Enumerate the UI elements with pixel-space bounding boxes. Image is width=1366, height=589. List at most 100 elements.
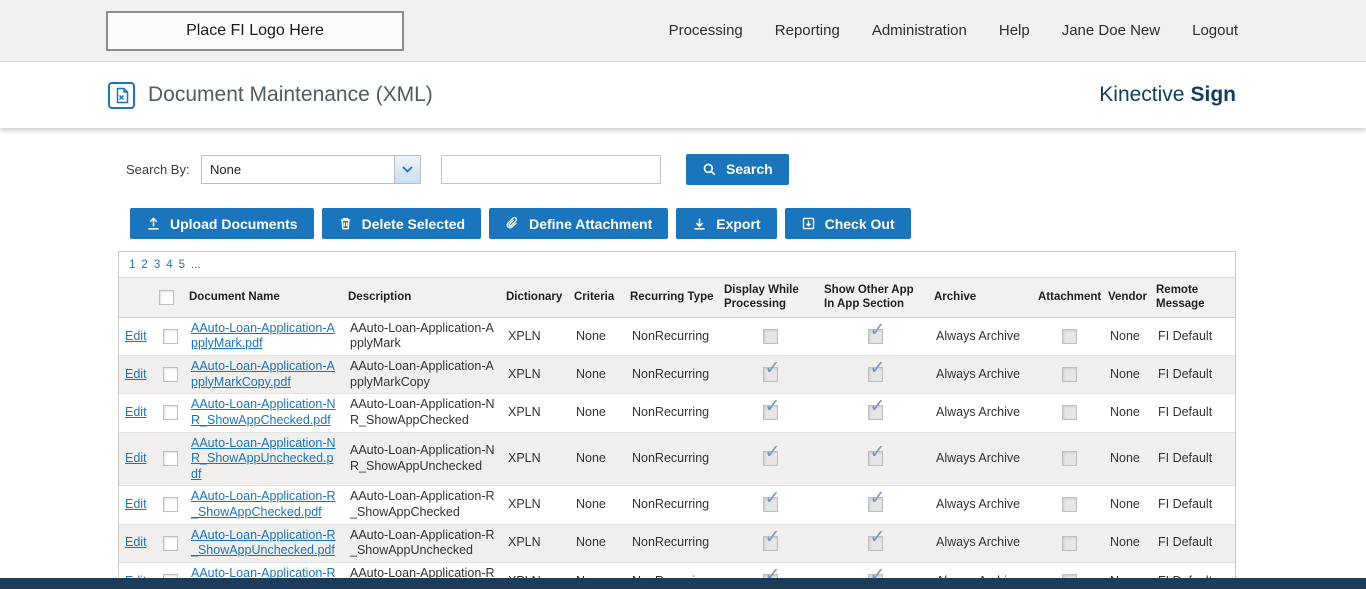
export-button[interactable]: Export xyxy=(676,208,777,239)
show-other-app-cell: ✓ xyxy=(820,524,930,563)
row-select-checkbox[interactable] xyxy=(162,367,178,383)
attachment-checkbox[interactable] xyxy=(1061,497,1077,513)
show-other-app-checkbox[interactable]: ✓ xyxy=(867,443,885,467)
vendor-cell: None xyxy=(1104,485,1152,525)
column-header-display-while-processing: Display While Processing xyxy=(720,277,820,318)
show-other-app-checkbox[interactable]: ✓ xyxy=(867,489,885,513)
page-link-1[interactable]: 1 xyxy=(129,259,135,271)
recurring-type-cell: NonRecurring xyxy=(626,355,720,395)
attachment-cell xyxy=(1034,485,1104,525)
document-name-link[interactable]: AAuto-Loan-Application-R_ShowAppUnchecke… xyxy=(191,528,336,558)
attachment-checkbox[interactable] xyxy=(1061,328,1077,344)
xml-document-icon xyxy=(108,81,135,109)
nav-user[interactable]: Jane Doe New xyxy=(1062,22,1160,39)
checkmark-icon: ✓ xyxy=(869,319,886,341)
attachment-checkbox[interactable] xyxy=(1061,535,1077,551)
edit-cell: Edit xyxy=(119,355,155,395)
checkmark-icon: ✓ xyxy=(764,526,781,548)
attachment-cell xyxy=(1034,317,1104,357)
document-name-link[interactable]: AAuto-Loan-Application-ApplyMark.pdf xyxy=(191,321,335,351)
page-link-5[interactable]: 5 xyxy=(179,259,185,271)
recurring-type-cell: NonRecurring xyxy=(626,393,720,433)
display-while-processing-checkbox[interactable] xyxy=(762,328,778,344)
column-header-criteria: Criteria xyxy=(570,277,626,318)
edit-cell: Edit xyxy=(119,485,155,525)
chevron-down-icon[interactable] xyxy=(394,155,420,183)
define-attachment-button[interactable]: Define Attachment xyxy=(489,208,669,239)
delete-selected-button[interactable]: Delete Selected xyxy=(321,208,482,239)
search-by-dropdown[interactable]: None xyxy=(201,154,421,184)
attachment-cell xyxy=(1034,393,1104,433)
select-cell xyxy=(155,317,185,357)
show-other-app-cell: ✓ xyxy=(820,317,930,357)
row-select-checkbox[interactable] xyxy=(162,535,178,551)
row-select-checkbox[interactable] xyxy=(162,405,178,421)
row-select-checkbox[interactable] xyxy=(162,328,178,344)
show-other-app-checkbox[interactable]: ✓ xyxy=(867,321,885,344)
edit-column-header xyxy=(119,277,155,318)
edit-link[interactable]: Edit xyxy=(125,405,147,419)
row-select-checkbox[interactable] xyxy=(162,451,178,467)
display-while-processing-cell: ✓ xyxy=(720,485,820,525)
document-name-link[interactable]: AAuto-Loan-Application-ApplyMarkCopy.pdf xyxy=(191,359,335,389)
toolbar: Upload Documents Delete Selected Define At… xyxy=(130,208,1366,239)
nav-processing[interactable]: Processing xyxy=(669,22,743,39)
column-header-vendor: Vendor xyxy=(1104,277,1152,318)
checkmark-icon: ✓ xyxy=(764,442,781,464)
show-other-app-checkbox[interactable]: ✓ xyxy=(867,528,885,551)
document-name-cell: AAuto-Loan-Application-NR_ShowAppChecked… xyxy=(185,393,344,433)
search-input[interactable] xyxy=(441,154,661,184)
attachment-checkbox[interactable] xyxy=(1061,405,1077,421)
display-while-processing-checkbox[interactable]: ✓ xyxy=(762,359,780,383)
display-while-processing-checkbox[interactable]: ✓ xyxy=(762,443,780,467)
nav-administration[interactable]: Administration xyxy=(872,22,967,39)
page-link-4[interactable]: 4 xyxy=(166,259,172,271)
select-cell xyxy=(155,524,185,563)
attachment-checkbox[interactable] xyxy=(1061,367,1077,383)
document-name-link[interactable]: AAuto-Loan-Application-R_ShowAppChecked.… xyxy=(191,489,336,519)
check-out-button[interactable]: Check Out xyxy=(784,208,911,239)
show-other-app-checkbox[interactable]: ✓ xyxy=(867,359,885,383)
nav-reporting[interactable]: Reporting xyxy=(775,22,840,39)
search-icon xyxy=(702,162,717,177)
attachment-checkbox[interactable] xyxy=(1061,451,1077,467)
column-header-document-name: Document Name xyxy=(185,277,344,318)
display-while-processing-cell: ✓ xyxy=(720,524,820,563)
archive-cell: Always Archive xyxy=(930,524,1034,563)
archive-cell: Always Archive xyxy=(930,355,1034,395)
search-section: Search By: None Search xyxy=(126,153,1366,185)
search-button[interactable]: Search xyxy=(686,153,789,185)
nav-logout[interactable]: Logout xyxy=(1192,22,1238,39)
nav-help[interactable]: Help xyxy=(999,22,1030,39)
display-while-processing-cell xyxy=(720,317,820,357)
checkmark-icon: ✓ xyxy=(869,396,886,418)
document-name-link[interactable]: AAuto-Loan-Application-NR_ShowAppChecked… xyxy=(191,397,336,427)
edit-link[interactable]: Edit xyxy=(125,367,147,381)
table-row: Edit AAuto-Loan-Application-R_ShowAppChe… xyxy=(119,485,1235,525)
display-while-processing-checkbox[interactable]: ✓ xyxy=(762,397,780,421)
show-other-app-cell: ✓ xyxy=(820,485,930,525)
edit-link[interactable]: Edit xyxy=(125,451,147,465)
edit-link[interactable]: Edit xyxy=(125,329,147,343)
checkmark-icon: ✓ xyxy=(869,526,886,548)
page-link-2[interactable]: 2 xyxy=(141,259,147,271)
document-name-cell: AAuto-Loan-Application-ApplyMark.pdf xyxy=(185,317,344,357)
row-select-checkbox[interactable] xyxy=(162,497,178,513)
edit-link[interactable]: Edit xyxy=(125,497,147,511)
select-all-column-header xyxy=(155,277,185,318)
select-all-checkbox[interactable] xyxy=(159,289,174,305)
dictionary-cell: XPLN xyxy=(502,393,570,433)
edit-link[interactable]: Edit xyxy=(125,535,147,549)
checkmark-icon: ✓ xyxy=(869,442,886,464)
display-while-processing-checkbox[interactable]: ✓ xyxy=(762,489,780,513)
criteria-cell: None xyxy=(570,355,626,395)
upload-documents-button[interactable]: Upload Documents xyxy=(130,208,314,239)
document-name-link[interactable]: AAuto-Loan-Application-NR_ShowAppUncheck… xyxy=(191,436,336,481)
page-link-...: ... xyxy=(191,259,201,271)
criteria-cell: None xyxy=(570,524,626,563)
display-while-processing-checkbox[interactable]: ✓ xyxy=(762,528,780,551)
table-row: Edit AAuto-Loan-Application-ApplyMark.pd… xyxy=(119,317,1235,357)
page-link-3[interactable]: 3 xyxy=(154,259,160,271)
display-while-processing-cell: ✓ xyxy=(720,393,820,433)
show-other-app-checkbox[interactable]: ✓ xyxy=(867,397,885,421)
